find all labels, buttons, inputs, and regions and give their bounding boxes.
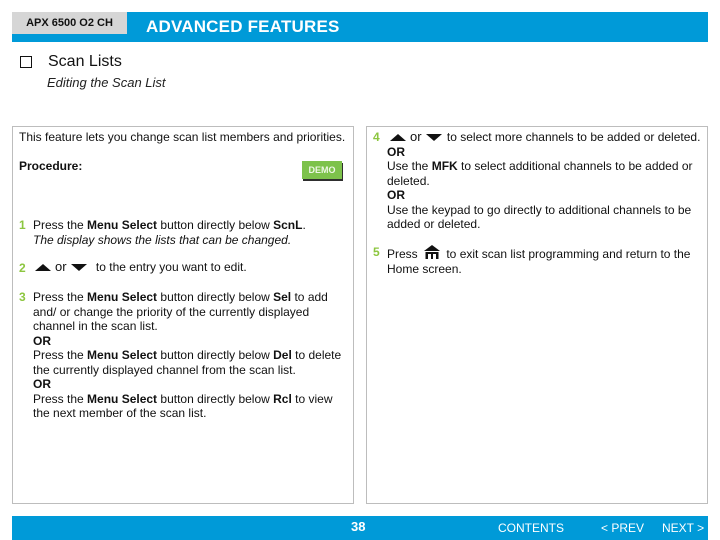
or-separator: OR xyxy=(33,333,51,348)
down-arrow-icon xyxy=(70,263,87,271)
step-3-text: Press the Menu Select button directly be… xyxy=(33,290,348,421)
demo-button[interactable]: DEMO xyxy=(302,161,342,179)
intro-text: This feature lets you change scan list m… xyxy=(19,130,346,144)
section-subtitle: Editing the Scan List xyxy=(47,75,166,90)
procedure-label: Procedure: xyxy=(19,159,83,173)
step-1-text: Press the Menu Select button directly be… xyxy=(33,218,348,247)
text-bold: ScnL xyxy=(273,218,303,232)
right-panel: 4 or to select more channels to be added… xyxy=(366,126,708,504)
text-bold: Sel xyxy=(273,290,292,304)
text-bold: Menu Select xyxy=(87,348,158,362)
step-number: 3 xyxy=(19,290,26,304)
section-heading: Scan Lists xyxy=(18,51,122,73)
text-run: to select more channels to be added or d… xyxy=(446,130,701,144)
text-run: . xyxy=(302,218,306,232)
text-bold: Menu Select xyxy=(87,391,158,406)
step-1-note: The display shows the lists that can be … xyxy=(33,232,292,247)
text-bold: MFK xyxy=(431,159,458,173)
step-number: 2 xyxy=(19,261,26,275)
text-run: Press xyxy=(387,247,422,261)
step-5-text: Press to exit scan list programming and … xyxy=(387,245,705,276)
text-run: Press the xyxy=(33,290,88,304)
checkbox-bullet-icon xyxy=(20,56,32,68)
text-bold: Rcl xyxy=(273,391,292,406)
up-arrow-icon xyxy=(35,263,51,271)
text-run: button directly below xyxy=(157,290,274,304)
step-number: 4 xyxy=(373,130,380,144)
left-panel: This feature lets you change scan list m… xyxy=(12,126,354,504)
next-link[interactable]: NEXT > xyxy=(662,521,704,535)
step-2-text: or to the entry you want to edit. xyxy=(35,259,355,275)
section-title: Scan Lists xyxy=(48,53,122,70)
prev-link[interactable]: < PREV xyxy=(601,521,644,535)
text-run: Press the xyxy=(33,391,88,406)
step-number: 5 xyxy=(373,245,380,259)
text-run: button directly below xyxy=(157,218,274,232)
text-bold: Del xyxy=(273,348,292,362)
step-4-text: or to select more channels to be added o… xyxy=(387,129,707,232)
or-separator: OR xyxy=(33,377,51,391)
text-run: Use the xyxy=(387,159,432,173)
step-number: 1 xyxy=(19,218,26,232)
page-number: 38 xyxy=(351,519,366,534)
text-run: Press the xyxy=(33,218,88,232)
or-separator: OR xyxy=(387,144,405,159)
text-run: Use the keypad to go directly to additio… xyxy=(387,202,692,232)
text-bold: Menu Select xyxy=(87,290,158,304)
text-run: button directly below xyxy=(157,348,274,362)
or-separator: OR xyxy=(387,188,405,202)
down-arrow-icon xyxy=(425,133,442,141)
text-run: to the entry you want to edit. xyxy=(95,260,247,274)
text-run: button directly below xyxy=(157,391,274,406)
contents-link[interactable]: CONTENTS xyxy=(498,521,564,535)
or-word: or xyxy=(55,259,67,274)
page-title: ADVANCED FEATURES xyxy=(146,17,340,36)
home-icon xyxy=(424,245,441,259)
or-word: or xyxy=(410,129,422,144)
text-bold: Menu Select xyxy=(87,218,158,232)
model-tab: APX 6500 O2 CH xyxy=(12,12,127,34)
up-arrow-icon xyxy=(390,133,406,141)
text-run: Press the xyxy=(33,348,88,362)
